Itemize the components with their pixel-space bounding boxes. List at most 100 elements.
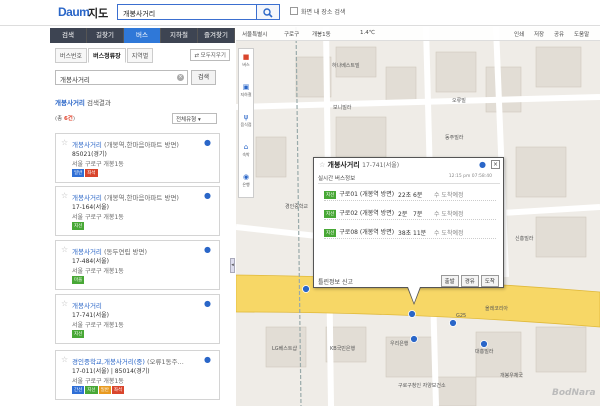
card-badges: 지선 <box>72 222 85 230</box>
subtab-region[interactable]: 지역별 <box>126 47 154 63</box>
location-district[interactable]: 구로구 <box>284 30 299 38</box>
clear-input-icon[interactable]: × <box>177 74 184 81</box>
arrive-button[interactable]: 도착 <box>480 275 499 287</box>
result-card[interactable]: ☆ 개봉사거리 ● 17-741(서울) 서울 구로구 개봉1동 지선 <box>55 294 220 344</box>
area-search-checkbox[interactable] <box>290 7 298 15</box>
daum-logo[interactable]: Daum <box>58 5 90 19</box>
side-hotel-button[interactable]: ⌂ 숙박 <box>239 143 253 159</box>
side-restaurant-button[interactable]: ψ 음식점 <box>239 113 253 129</box>
map-pin-icon[interactable]: ● <box>204 245 211 254</box>
results-title: 개봉사거리 검색결과 <box>55 99 111 107</box>
map-pin-icon[interactable]: ● <box>204 355 211 364</box>
search-icon <box>263 8 273 18</box>
print-button[interactable]: 인쇄 <box>514 30 524 38</box>
result-card[interactable]: ☆ 개봉사거리 (개봉역,한마음아파트 방면) ● 17-164(서울) 서울 … <box>55 186 220 236</box>
help-button[interactable]: 도움말 <box>574 30 589 38</box>
search-input[interactable]: 개봉사거리 <box>117 4 257 20</box>
star-icon[interactable]: ☆ <box>61 299 68 308</box>
map-toolbar: 서울특별시 구로구 개봉1동 1.4℃ 인쇄 저장 공유 도움말 <box>236 27 600 41</box>
result-card[interactable]: ☆ 경인중학교,개봉사거리(중) (오류1동주... ● 17-011(서울) … <box>55 350 220 400</box>
map-label: 오류빌 <box>452 98 466 104</box>
tab-subway[interactable]: 지하철 <box>161 28 198 43</box>
map-label: 구로구청인 자양보건소 <box>398 383 446 389</box>
bus-stop-popup: ☆ 개봉사거리 17-741(서울) ● × 실시간 버스정보 12:15 pm… <box>313 157 504 288</box>
card-badges: 일반 좌석 <box>72 169 98 177</box>
card-title[interactable]: 개봉사거리 (동두연립 방면) <box>72 246 147 256</box>
top-bar: Daum 지도 개봉사거리 화면 내 장소 검색 <box>0 0 600 26</box>
side-bus-button[interactable]: ■ 버스 <box>239 53 253 69</box>
map-label: 하나베스트빌 <box>332 63 360 69</box>
report-error-link[interactable]: 틀린정보 신고 <box>318 277 353 286</box>
star-icon[interactable]: ☆ <box>61 191 68 200</box>
card-address: 서울 구로구 개봉1동 <box>72 214 124 221</box>
tab-bus[interactable]: 버스 <box>124 28 161 43</box>
card-stop-id: 17-164(서울) <box>72 204 109 211</box>
card-badges: 마을 <box>72 276 85 284</box>
star-icon[interactable]: ☆ <box>61 355 68 364</box>
map-side-toolbar: ■ 버스 ▣ 지하철 ψ 음식점 ⌂ 숙박 ◉ 은행 <box>238 48 254 198</box>
bus-arrival-row[interactable]: 지선 구로02 (개봉역 방면) 2분 7분 수 도착예정 <box>324 208 496 220</box>
popup-pointer-inner <box>408 287 420 303</box>
star-icon[interactable]: ☆ <box>61 138 68 147</box>
map-pin-icon[interactable]: ● <box>479 160 486 169</box>
sort-select[interactable]: 전체유형 ▾ <box>172 113 217 124</box>
map-label: LG베스트샵 <box>272 346 298 352</box>
clear-all-button[interactable]: ⇄ 모두지우기 <box>190 49 230 61</box>
card-title[interactable]: 개봉사거리 (개봉역,한마음아파트 방면) <box>72 192 179 202</box>
card-title[interactable]: 개봉사거리 <box>72 300 102 310</box>
map-pin-icon[interactable]: ● <box>204 191 211 200</box>
location-city[interactable]: 서울특별시 <box>242 30 267 38</box>
card-address: 서울 구로구 개봉1동 <box>72 268 124 275</box>
update-time: 12:15 pm 07:58:40 <box>448 174 492 179</box>
card-stop-id: 85021(경기) <box>72 151 107 158</box>
map-label: G25 <box>456 313 467 319</box>
card-badges: 지선 <box>72 330 85 338</box>
area-search-label: 화면 내 장소 검색 <box>301 9 346 16</box>
bank-icon: ◉ <box>242 173 250 181</box>
subtab-bus-stop[interactable]: 버스정류장 <box>88 47 126 63</box>
map-label: KB국민은행 <box>330 346 356 352</box>
watermark: BodNara <box>552 388 596 398</box>
map-label: 신흥빌라 <box>515 236 534 242</box>
result-card[interactable]: ☆ 개봉사거리 (개봉역,한마음아파트 방면) ● 85021(경기) 서울 구… <box>55 133 220 183</box>
map-label: 우리은행 <box>390 341 409 347</box>
map-label: 보니빌라 <box>333 105 352 111</box>
map-label: 동주빌라 <box>445 135 464 141</box>
map-pin-icon[interactable]: ● <box>204 138 211 147</box>
star-icon[interactable]: ☆ <box>319 161 328 169</box>
card-address: 서울 구로구 개봉1동 <box>72 161 124 168</box>
side-bank-button[interactable]: ◉ 은행 <box>239 173 253 189</box>
card-title[interactable]: 개봉사거리 (개봉역,한마음아파트 방면) <box>72 139 179 149</box>
main-tabs: 검색 길찾기 버스 지하철 즐겨찾기 <box>50 28 235 43</box>
bus-icon: ■ <box>242 53 250 61</box>
card-badges: 간선 지선 일반 좌석 <box>72 386 125 394</box>
star-icon[interactable]: ☆ <box>61 245 68 254</box>
via-button[interactable]: 경유 <box>460 275 479 287</box>
map-pin-icon[interactable]: ● <box>204 299 211 308</box>
panel-collapse-handle[interactable]: ◂ <box>230 258 235 273</box>
card-title[interactable]: 경인중학교,개봉사거리(중) (오류1동주... <box>72 356 184 366</box>
bus-stop-search-button[interactable]: 검색 <box>191 70 216 85</box>
restaurant-icon: ψ <box>243 113 249 121</box>
card-stop-id: 17-484(서울) <box>72 258 109 265</box>
share-button[interactable]: 공유 <box>554 30 564 38</box>
route-buttons: 출발 경유 도착 <box>439 275 499 287</box>
tab-search[interactable]: 검색 <box>50 28 87 43</box>
bus-arrival-row[interactable]: 지선 구로08 (개봉역 방면) 38초 11분 수 도착예정 <box>324 227 496 239</box>
result-card[interactable]: ☆ 개봉사거리 (동두연립 방면) ● 17-484(서울) 서울 구로구 개봉… <box>55 240 220 290</box>
search-button[interactable] <box>257 4 280 20</box>
results-count: (총 6건) <box>55 116 76 122</box>
side-subway-button[interactable]: ▣ 지하철 <box>239 83 253 99</box>
subtab-bus-number[interactable]: 버스번호 <box>55 47 88 63</box>
tab-directions[interactable]: 길찾기 <box>87 28 124 43</box>
close-button[interactable]: × <box>491 160 500 169</box>
bus-stop-search-input[interactable]: 개봉사거리 × <box>55 70 188 85</box>
depart-button[interactable]: 출발 <box>440 275 459 287</box>
tab-favorites[interactable]: 즐겨찾기 <box>198 28 235 43</box>
bus-arrival-row[interactable]: 지선 구로01 (개봉역 방면) 22초 6분 수 도착예정 <box>324 189 496 201</box>
hotel-icon: ⌂ <box>243 143 249 151</box>
map-label: 경인중학교 <box>285 204 309 210</box>
bus-stop-search-value: 개봉사거리 <box>60 76 90 84</box>
location-dong[interactable]: 개봉1동 <box>312 30 331 38</box>
save-button[interactable]: 저장 <box>534 30 544 38</box>
